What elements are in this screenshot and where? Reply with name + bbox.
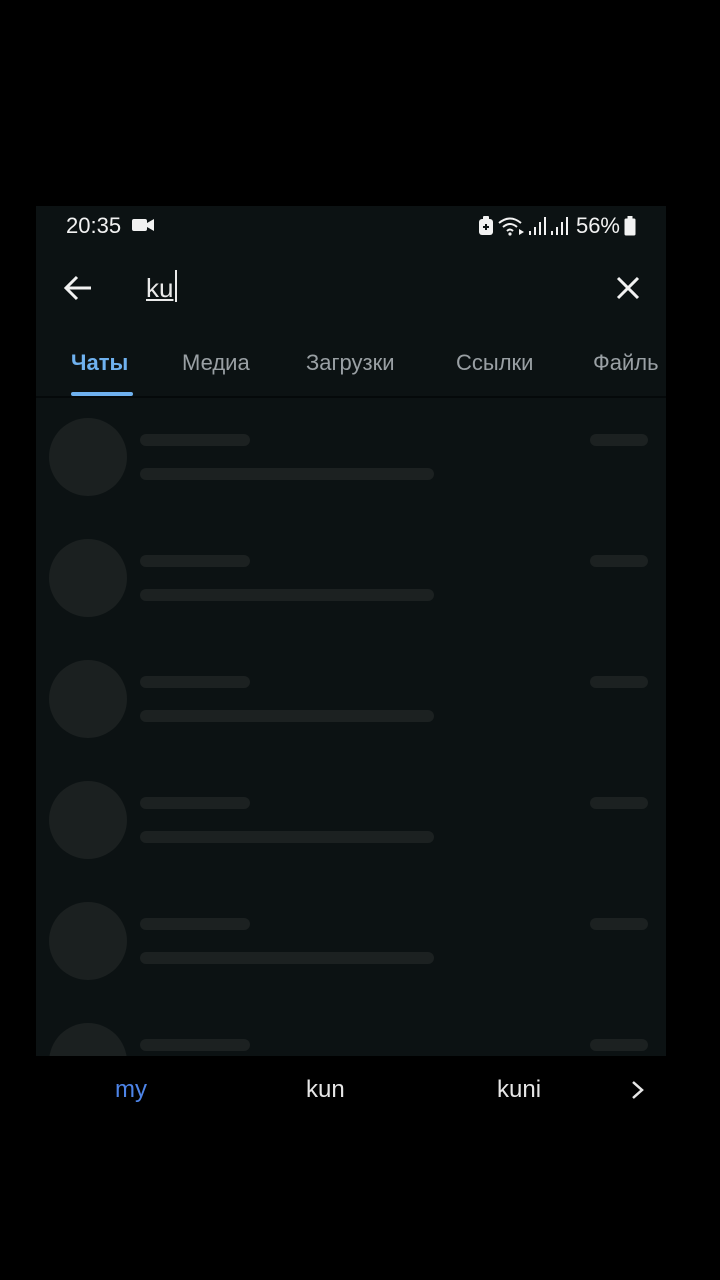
tab-media[interactable]: Медиа	[182, 350, 250, 376]
skeleton-avatar	[49, 418, 127, 496]
skeleton-date	[590, 918, 648, 930]
skeleton-avatar	[49, 539, 127, 617]
skeleton-date	[590, 676, 648, 688]
keyboard-suggestion-bar: my kun kuni	[0, 1058, 720, 1122]
tab-chats[interactable]: Чаты	[71, 350, 128, 376]
status-bar: 20:35 56%	[36, 206, 666, 246]
search-tabs: Чаты Медиа Загрузки Ссылки Файль	[36, 342, 666, 398]
text-caret	[175, 270, 177, 302]
status-time: 20:35	[66, 213, 122, 238]
skeleton-row	[36, 640, 666, 761]
skeleton-date	[590, 555, 648, 567]
skeleton-avatar	[49, 1023, 127, 1056]
search-input[interactable]	[146, 268, 566, 308]
wifi-icon	[498, 217, 524, 236]
skeleton-row	[36, 519, 666, 640]
suggestion-item[interactable]: my	[115, 1076, 147, 1104]
skeleton-avatar	[49, 781, 127, 859]
battery-icon	[624, 216, 636, 236]
battery-saver-icon	[478, 216, 493, 235]
suggestion-item[interactable]: kun	[306, 1076, 345, 1104]
skeleton-row	[36, 398, 666, 519]
arrow-left-icon	[63, 275, 91, 301]
signal-icon	[528, 217, 546, 235]
skeleton-avatar	[49, 660, 127, 738]
skeleton-title	[140, 918, 250, 930]
skeleton-title	[140, 434, 250, 446]
signal-icon	[550, 217, 568, 235]
skeleton-date	[590, 1039, 648, 1051]
tab-downloads[interactable]: Загрузки	[306, 350, 395, 376]
skeleton-subtitle	[140, 710, 434, 722]
chevron-right-icon[interactable]	[626, 1076, 650, 1104]
tab-links[interactable]: Ссылки	[456, 350, 533, 376]
app-screen: 20:35 56% ku Чаты Медиа Загрузки Ссылки …	[36, 206, 666, 1056]
skeleton-row	[36, 882, 666, 1003]
skeleton-row	[36, 761, 666, 882]
skeleton-title	[140, 797, 250, 809]
video-icon	[132, 219, 154, 231]
close-icon	[616, 276, 640, 300]
skeleton-subtitle	[140, 589, 434, 601]
skeleton-row	[36, 1003, 666, 1056]
clear-search-button[interactable]	[608, 268, 648, 308]
battery-percent: 56%	[575, 213, 620, 238]
suggestion-item[interactable]: kuni	[497, 1076, 541, 1104]
search-bar	[36, 250, 666, 326]
skeleton-subtitle	[140, 468, 434, 480]
skeleton-subtitle	[140, 831, 434, 843]
skeleton-date	[590, 434, 648, 446]
skeleton-avatar	[49, 902, 127, 980]
skeleton-date	[590, 797, 648, 809]
skeleton-title	[140, 1039, 250, 1051]
search-results-loading	[36, 398, 666, 1056]
back-button[interactable]	[58, 268, 98, 308]
skeleton-title	[140, 676, 250, 688]
skeleton-subtitle	[140, 952, 434, 964]
tab-files[interactable]: Файль	[593, 350, 659, 376]
skeleton-title	[140, 555, 250, 567]
status-icons: 56%	[478, 213, 636, 239]
